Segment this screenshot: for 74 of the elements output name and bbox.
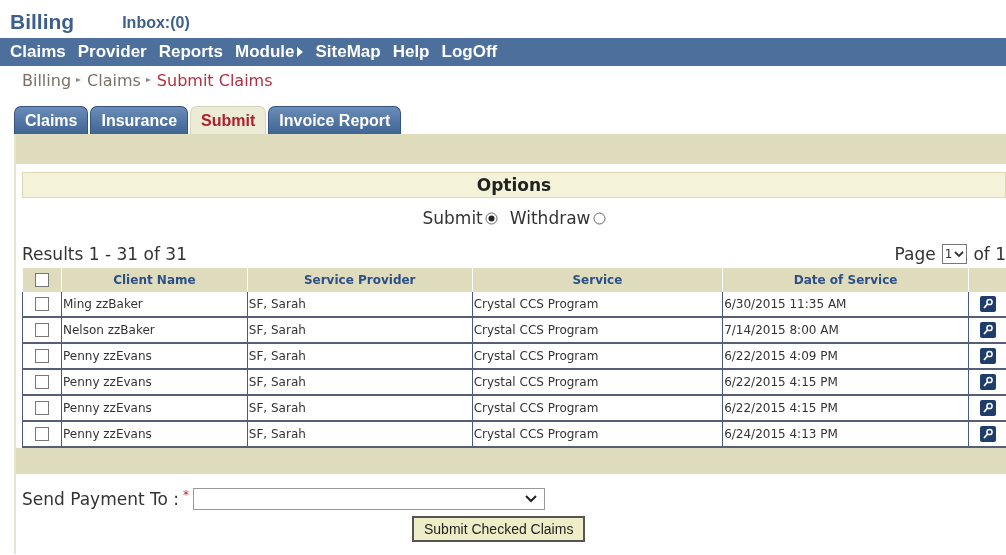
search-icon[interactable] [980, 426, 996, 442]
table-cell: SF, Sarah [247, 343, 473, 369]
row-checkbox[interactable] [35, 427, 49, 442]
menu-item[interactable]: SiteMap [315, 42, 381, 62]
required-mark: * [183, 488, 190, 502]
options-header: Options [22, 172, 1006, 198]
menu-item[interactable]: Help [392, 42, 430, 62]
search-icon[interactable] [980, 348, 996, 364]
table-cell: Crystal CCS Program [472, 317, 723, 343]
table-cell: Crystal CCS Program [472, 343, 723, 369]
table-cell: 6/22/2015 4:09 PM [722, 343, 969, 369]
row-checkbox[interactable] [35, 323, 49, 338]
table-cell: 6/22/2015 4:15 PM [722, 369, 969, 395]
table-cell: SF, Sarah [247, 395, 473, 421]
row-checkbox[interactable] [35, 375, 49, 390]
page-total: of 1 [973, 244, 1006, 264]
chevron-down-icon [954, 250, 965, 258]
radio-label: Submit [422, 208, 483, 228]
menu-item[interactable]: Claims [10, 42, 66, 62]
column-header: Service Provider [247, 268, 473, 292]
submit-button[interactable]: Submit Checked Claims [412, 516, 586, 542]
inbox-link[interactable]: Inbox:(0) [122, 14, 190, 34]
row-checkbox[interactable] [35, 297, 49, 312]
column-header: Service [472, 268, 723, 292]
table-cell: Crystal CCS Program [472, 395, 723, 421]
table-cell: SF, Sarah [247, 421, 473, 447]
table-cell: 7/14/2015 8:00 AM [722, 317, 969, 343]
menu-item[interactable]: Module [234, 42, 304, 62]
search-icon[interactable] [980, 296, 996, 312]
send-payment-label: Send Payment To : [22, 489, 180, 509]
separator-icon [144, 76, 153, 84]
payment-select[interactable] [193, 488, 546, 510]
table-cell: Nelson zzBaker [61, 317, 248, 343]
table-cell: Penny zzEvans [61, 343, 248, 369]
tab[interactable]: Insurance [90, 106, 189, 134]
search-icon[interactable] [980, 374, 996, 390]
table-cell: 6/22/2015 4:15 PM [722, 395, 969, 421]
radio-label: Withdraw [509, 208, 591, 228]
table-cell: Penny zzEvans [61, 421, 248, 447]
caret-icon [297, 47, 304, 57]
row-checkbox[interactable] [35, 349, 49, 364]
table-cell: Crystal CCS Program [472, 292, 723, 317]
table-cell: SF, Sarah [247, 317, 473, 343]
results-count: Results 1 - 31 of 31 [22, 244, 187, 264]
tab[interactable]: Submit [190, 106, 267, 134]
menu-item[interactable]: Reports [158, 42, 223, 62]
tab[interactable]: Invoice Report [268, 106, 402, 134]
breadcrumb-item: Submit Claims [156, 70, 273, 90]
table-cell: Penny zzEvans [61, 395, 248, 421]
search-icon[interactable] [980, 400, 996, 416]
page-select[interactable]: 1 [941, 244, 968, 264]
radio-button[interactable] [484, 211, 498, 225]
column-header: Date of Service [722, 268, 969, 292]
page-label: Page [894, 244, 936, 264]
select-all-checkbox[interactable] [35, 273, 49, 288]
breadcrumb-item[interactable]: Claims [87, 70, 141, 90]
table-cell: SF, Sarah [247, 292, 473, 317]
row-checkbox[interactable] [35, 401, 49, 416]
table-cell: Crystal CCS Program [472, 421, 723, 447]
menu-item[interactable]: Provider [77, 42, 147, 62]
radio-button[interactable] [592, 211, 606, 225]
table-cell: Crystal CCS Program [472, 369, 723, 395]
table-cell: 6/24/2015 4:13 PM [722, 421, 969, 447]
tab[interactable]: Claims [14, 106, 89, 134]
table-cell: SF, Sarah [247, 369, 473, 395]
chevron-down-icon [524, 494, 539, 504]
menu-item[interactable]: LogOff [441, 42, 498, 62]
table-cell: Penny zzEvans [61, 369, 248, 395]
table-cell: Ming zzBaker [61, 292, 248, 317]
app-title: Billing [10, 10, 75, 34]
search-icon[interactable] [980, 322, 996, 338]
breadcrumb-item[interactable]: Billing [22, 70, 72, 90]
table-cell: 6/30/2015 11:35 AM [722, 292, 969, 317]
column-header: Client Name [61, 268, 248, 292]
